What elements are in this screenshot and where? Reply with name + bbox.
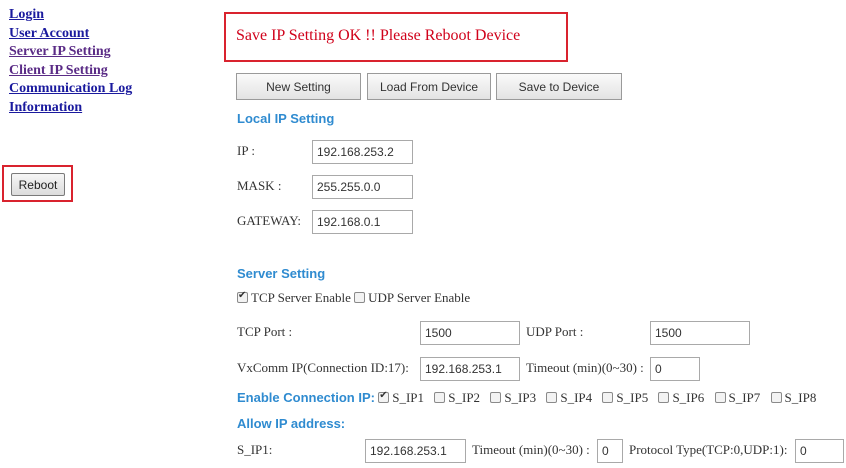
load-from-device-button[interactable]: Load From Device (367, 73, 491, 100)
mask-label: MASK : (237, 178, 282, 193)
enable-connection-row: Enable Connection IP: S_IP1 S_IP2 S_IP3 … (237, 390, 823, 406)
vxcomm-timeout-input[interactable]: 0 (650, 357, 700, 381)
sidebar-nav: Login User Account Server IP Setting Cli… (9, 6, 132, 117)
ip-label: IP : (237, 143, 255, 158)
reboot-highlight-frame: Reboot (2, 165, 73, 202)
nav-link-server-ip-setting[interactable]: Server IP Setting (9, 43, 132, 62)
ip-input[interactable]: 192.168.253.2 (312, 140, 413, 164)
tcp-port-label: TCP Port : (237, 324, 293, 339)
status-message-frame: Save IP Setting OK !! Please Reboot Devi… (224, 12, 568, 62)
enable-connection-label: Enable Connection IP: (237, 390, 375, 405)
s-ip1-allow-label: S_IP1: (237, 442, 273, 457)
s-ip4-checkbox[interactable] (546, 392, 558, 403)
allow-ip-section-title: Allow IP address: (237, 416, 346, 431)
s-ip7-label: S_IP7 (728, 390, 761, 405)
udp-port-label: UDP Port : (526, 324, 584, 339)
mask-input[interactable]: 255.255.0.0 (312, 175, 413, 199)
tcp-server-enable-checkbox[interactable] (237, 290, 248, 303)
nav-link-login[interactable]: Login (9, 6, 132, 25)
nav-link-information[interactable]: Information (9, 99, 132, 118)
gateway-label: GATEWAY: (237, 213, 302, 228)
s-ip1-label: S_IP1 (392, 390, 425, 405)
nav-link-communication-log[interactable]: Communication Log (9, 80, 132, 99)
udp-server-enable-label: UDP Server Enable (368, 290, 471, 305)
new-setting-button[interactable]: New Setting (236, 73, 361, 100)
s-ip4-label: S_IP4 (560, 390, 593, 405)
save-to-device-button[interactable]: Save to Device (496, 73, 622, 100)
s-ip6-label: S_IP6 (672, 390, 705, 405)
gateway-input[interactable]: 192.168.0.1 (312, 210, 413, 234)
vxcomm-ip-input[interactable]: 192.168.253.1 (420, 357, 520, 381)
s-ip7-checkbox[interactable] (714, 392, 726, 403)
s-ip3-label: S_IP3 (504, 390, 537, 405)
s-ip8-label: S_IP8 (784, 390, 817, 405)
s-ip8-checkbox[interactable] (770, 392, 782, 403)
server-section-title: Server Setting (237, 266, 326, 281)
s-ip2-label: S_IP2 (448, 390, 481, 405)
allow-timeout-label: Timeout (min)(0~30) : (472, 442, 590, 457)
local-ip-section-title: Local IP Setting (237, 111, 335, 126)
status-message: Save IP Setting OK !! Please Reboot Devi… (236, 27, 521, 44)
udp-server-enable-checkbox[interactable] (354, 292, 366, 303)
protocol-type-input[interactable]: 0 (795, 439, 844, 463)
s-ip2-checkbox[interactable] (434, 392, 446, 403)
vxcomm-timeout-label: Timeout (min)(0~30) : (526, 360, 644, 375)
s-ip3-checkbox[interactable] (490, 392, 502, 403)
tcp-server-enable-label: TCP Server Enable (251, 290, 351, 305)
s-ip5-checkbox[interactable] (602, 392, 614, 403)
nav-link-client-ip-setting[interactable]: Client IP Setting (9, 62, 132, 81)
tcp-port-input[interactable]: 1500 (420, 321, 520, 345)
reboot-button[interactable]: Reboot (11, 173, 65, 196)
nav-link-user-account[interactable]: User Account (9, 25, 132, 44)
s-ip6-checkbox[interactable] (658, 392, 670, 403)
allow-timeout-input[interactable]: 0 (597, 439, 623, 463)
s-ip5-label: S_IP5 (616, 390, 649, 405)
s-ip1-checkbox[interactable] (378, 390, 390, 403)
udp-port-input[interactable]: 1500 (650, 321, 750, 345)
protocol-type-label: Protocol Type(TCP:0,UDP:1): (629, 442, 788, 457)
vxcomm-ip-label: VxComm IP(Connection ID:17): (237, 360, 409, 375)
server-enable-row: TCP Server Enable UDP Server Enable (237, 290, 470, 306)
s-ip1-allow-input[interactable]: 192.168.253.1 (365, 439, 466, 463)
